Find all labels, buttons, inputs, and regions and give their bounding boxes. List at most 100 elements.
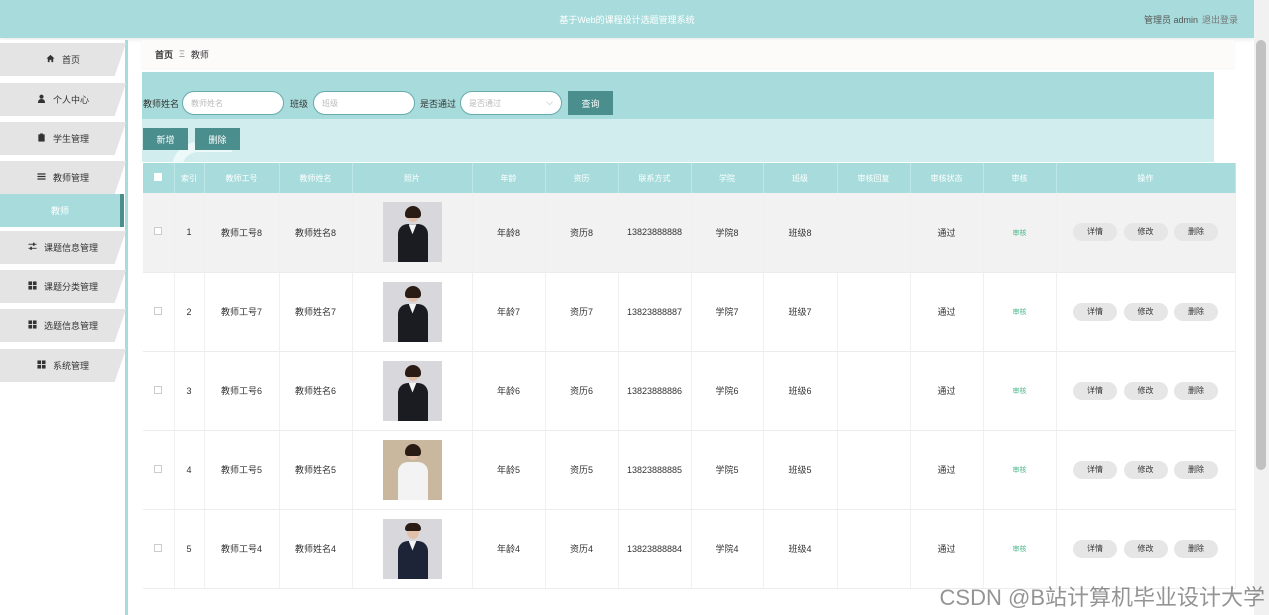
audit-link[interactable]: 审核 [1013, 230, 1027, 237]
sidebar-item-students[interactable]: 学生管理 [0, 122, 126, 155]
edit-button[interactable]: 修改 [1123, 539, 1168, 558]
row-checkbox[interactable] [154, 306, 163, 315]
column-header: 操作 [1056, 163, 1236, 193]
qualification-cell: 资历6 [545, 351, 619, 431]
sliders-icon [28, 242, 38, 253]
sidebar-item-label: 课题信息管理 [43, 243, 98, 253]
sidebar-item-label: 系统管理 [52, 361, 89, 371]
audit-cell: 审核 [983, 351, 1057, 431]
column-header: 审核回复 [837, 163, 911, 193]
reply-cell [837, 351, 911, 431]
table-row[interactable]: 3 教师工号6 教师姓名6 年龄6 资历6 13823888886 学院6 班级… [143, 351, 1236, 431]
edit-button[interactable]: 修改 [1123, 460, 1168, 479]
actions-cell: 详情 修改 删除 [1056, 430, 1236, 510]
delete-button[interactable]: 删除 [1174, 223, 1219, 242]
teacher-name-label: 教师姓名 [143, 99, 180, 109]
breadcrumb: 首页 Ξ 教师 [142, 40, 1234, 68]
column-header: 联系方式 [618, 163, 692, 193]
reply-cell [837, 272, 911, 352]
sidebar-item-system[interactable]: 系统管理 [0, 349, 126, 382]
select-all-checkbox[interactable] [154, 173, 163, 181]
teacher-name-cell: 教师姓名7 [279, 272, 353, 352]
scrollbar-thumb[interactable] [1256, 40, 1266, 470]
column-header: 照片 [352, 163, 473, 193]
college-cell: 学院6 [691, 351, 764, 431]
audit-link[interactable]: 审核 [1013, 309, 1027, 316]
edit-button[interactable]: 修改 [1123, 223, 1168, 242]
age-cell: 年龄8 [472, 193, 546, 273]
status-cell: 通过 [910, 509, 984, 589]
audit-link[interactable]: 审核 [1013, 467, 1027, 474]
pass-label: 是否通过 [420, 99, 457, 109]
home-icon [46, 54, 56, 65]
column-header: 学院 [691, 163, 764, 193]
list-icon [37, 172, 47, 183]
phone-cell: 13823888887 [618, 272, 692, 352]
teacher-photo [382, 281, 442, 342]
row-checkbox[interactable] [154, 385, 163, 394]
detail-button[interactable]: 详情 [1072, 381, 1117, 400]
delete-button[interactable]: 删除 [1174, 381, 1219, 400]
table-row[interactable]: 4 教师工号5 教师姓名5 年龄5 资历5 13823888885 学院5 班级… [143, 430, 1236, 510]
audit-link[interactable]: 审核 [1013, 388, 1027, 395]
sidebar-item-topic-category[interactable]: 课题分类管理 [0, 270, 126, 303]
sidebar-item-teacher[interactable]: 教师 [0, 194, 124, 227]
add-button[interactable]: 新增 [143, 128, 188, 150]
status-cell: 通过 [910, 193, 984, 273]
row-select-cell [143, 193, 175, 273]
breadcrumb-separator: Ξ [179, 49, 185, 59]
teacher-name-input[interactable]: 教师姓名 [182, 91, 284, 115]
table-row[interactable]: 2 教师工号7 教师姓名7 年龄7 资历7 13823888887 学院7 班级… [143, 272, 1236, 352]
table-row[interactable]: 1 教师工号8 教师姓名8 年龄8 资历8 13823888888 学院8 班级… [143, 193, 1236, 273]
college-cell: 学院8 [691, 193, 764, 273]
breadcrumb-home[interactable]: 首页 [155, 48, 173, 61]
grid-icon [28, 320, 38, 331]
sidebar-edge [125, 40, 128, 615]
sidebar-item-label: 学生管理 [52, 134, 89, 144]
column-header: 索引 [174, 163, 205, 193]
edit-button[interactable]: 修改 [1123, 302, 1168, 321]
reply-cell [837, 509, 911, 589]
batch-delete-button[interactable]: 删除 [195, 128, 240, 150]
actions-cell: 详情 修改 删除 [1056, 272, 1236, 352]
delete-button[interactable]: 删除 [1174, 302, 1219, 321]
college-cell: 学院4 [691, 509, 764, 589]
teacher-photo [382, 518, 442, 579]
status-cell: 通过 [910, 430, 984, 510]
row-checkbox[interactable] [154, 227, 163, 236]
audit-cell: 审核 [983, 430, 1057, 510]
row-select-cell [143, 351, 175, 431]
sidebar-item-label: 首页 [61, 55, 80, 65]
search-panel [142, 72, 1214, 168]
detail-button[interactable]: 详情 [1072, 460, 1117, 479]
photo-cell [352, 193, 473, 273]
detail-button[interactable]: 详情 [1072, 223, 1117, 242]
sidebar-item-profile[interactable]: 个人中心 [0, 83, 126, 116]
index-cell: 1 [174, 193, 205, 273]
chevron-down-icon: ⌵ [546, 97, 553, 107]
row-checkbox[interactable] [154, 543, 163, 552]
qualification-cell: 资历7 [545, 272, 619, 352]
delete-button[interactable]: 删除 [1174, 460, 1219, 479]
logout-link[interactable]: 退出登录 [1202, 13, 1238, 26]
column-header: 教师姓名 [279, 163, 353, 193]
row-checkbox[interactable] [154, 464, 163, 473]
sidebar-item-home[interactable]: 首页 [0, 43, 126, 76]
delete-button[interactable]: 删除 [1174, 539, 1219, 558]
class-placeholder: 班级 [322, 98, 338, 108]
detail-button[interactable]: 详情 [1072, 302, 1117, 321]
teacher-name-cell: 教师姓名6 [279, 351, 353, 431]
audit-link[interactable]: 审核 [1013, 546, 1027, 553]
sidebar-item-teacher-mgmt[interactable]: 教师管理 [0, 161, 126, 194]
sidebar-item-selection-info[interactable]: 选题信息管理 [0, 309, 126, 342]
pass-select[interactable]: 是否通过 ⌵ [460, 91, 562, 115]
toolbar-band [142, 119, 1214, 162]
class-input[interactable]: 班级 [313, 91, 415, 115]
table-row[interactable]: 5 教师工号4 教师姓名4 年龄4 资历4 13823888884 学院4 班级… [143, 509, 1236, 589]
edit-button[interactable]: 修改 [1123, 381, 1168, 400]
column-header: 教师工号 [204, 163, 280, 193]
detail-button[interactable]: 详情 [1072, 539, 1117, 558]
user-icon [37, 94, 47, 105]
sidebar-item-topic-info[interactable]: 课题信息管理 [0, 231, 126, 264]
query-button[interactable]: 查询 [568, 91, 613, 115]
